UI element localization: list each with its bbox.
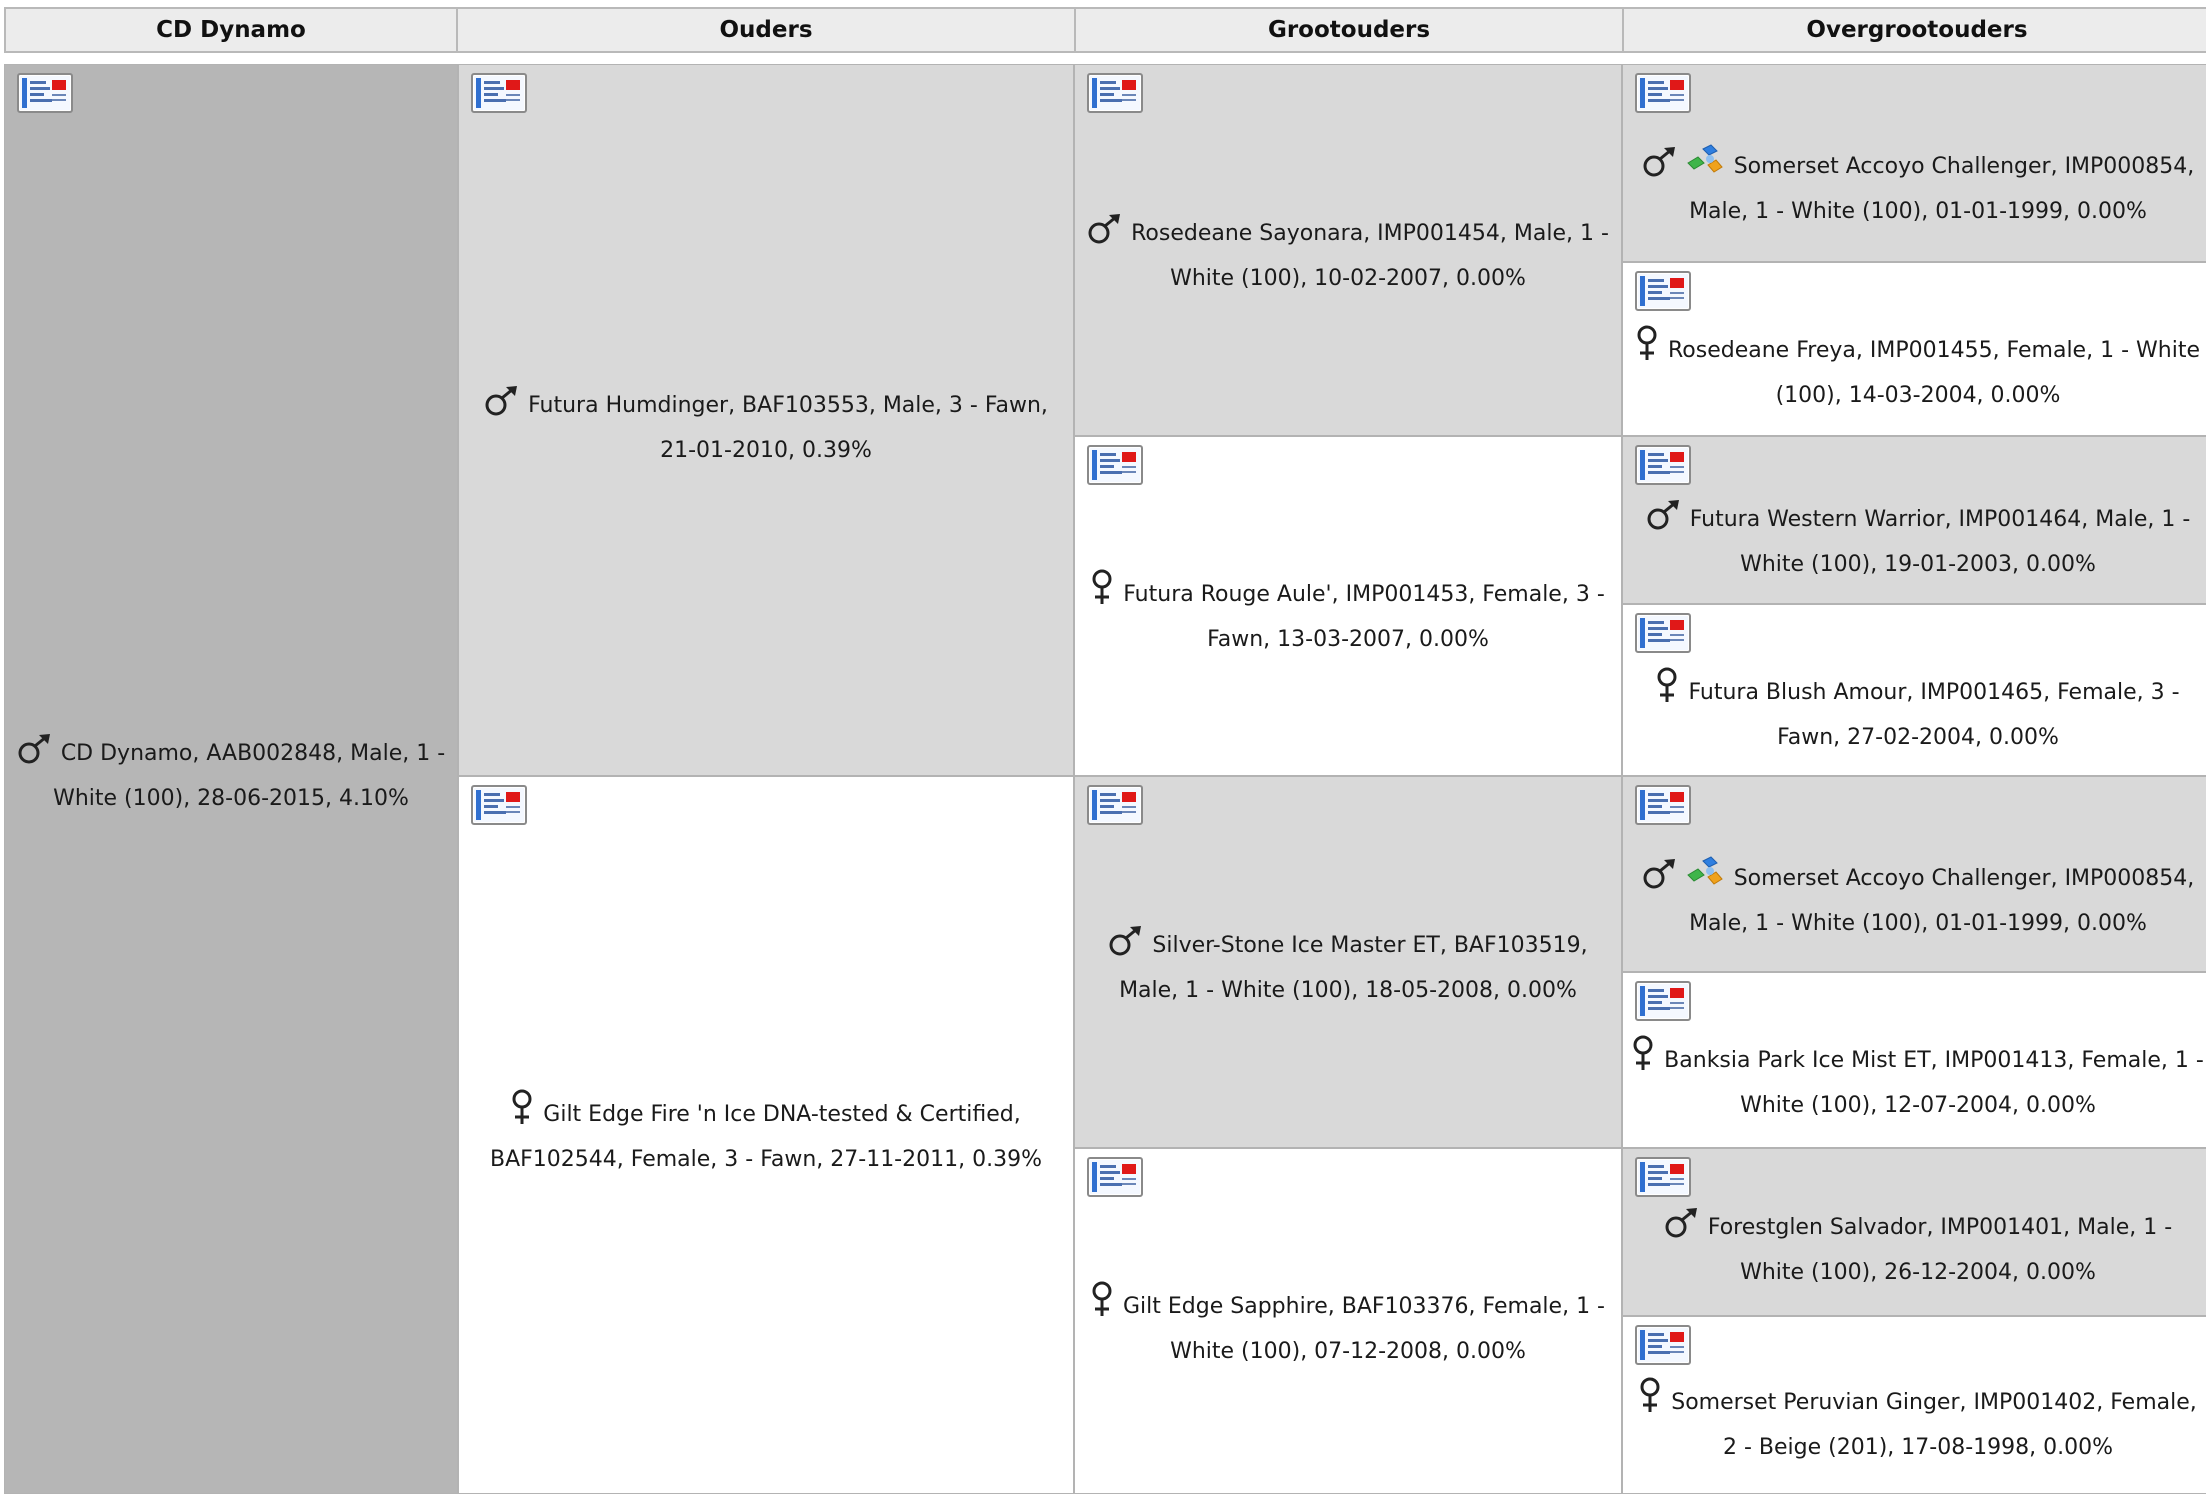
pedigree-link-icon[interactable] [1686, 141, 1724, 177]
animal-info: Banksia Park Ice Mist ET, IMP001413, Fem… [1623, 1035, 2206, 1128]
animal-info: Rosedeane Sayonara, IMP001454, Male, 1 -… [1075, 211, 1621, 301]
animal-info: Gilt Edge Fire 'n Ice DNA-tested & Certi… [459, 1089, 1073, 1182]
pedigree-cell-subject: CD Dynamo, AAB002848, Male, 1 - White (1… [4, 64, 458, 1494]
pedigree-cell-dsd: Banksia Park Ice Mist ET, IMP001413, Fem… [1622, 972, 2206, 1148]
animal-card-icon[interactable] [1087, 1157, 1143, 1197]
pedigree-cell-dam: Gilt Edge Fire 'n Ice DNA-tested & Certi… [458, 776, 1074, 1494]
animal-card-icon[interactable] [1635, 445, 1691, 485]
animal-card-icon[interactable] [1635, 613, 1691, 653]
female-symbol-icon [1639, 1377, 1661, 1413]
animal-name-link[interactable]: Futura Humdinger [528, 393, 728, 418]
pedigree-cell-ssd: Rosedeane Freya, IMP001455, Female, 1 - … [1622, 262, 2206, 436]
male-symbol-icon [1664, 1208, 1698, 1238]
pedigree-cell-sss: Somerset Accoyo Challenger, IMP000854, M… [1622, 64, 2206, 262]
animal-info: Futura Rouge Aule', IMP001453, Female, 3… [1075, 569, 1621, 662]
animal-name-link[interactable]: Somerset Accoyo Challenger [1734, 866, 2051, 891]
male-symbol-icon [1087, 214, 1121, 244]
animal-card-icon[interactable] [471, 73, 527, 113]
animal-name-link[interactable]: Silver-Stone Ice Master ET [1152, 933, 1439, 958]
female-symbol-icon [1636, 325, 1658, 361]
pedigree-cell-sire: Futura Humdinger, BAF103553, Male, 3 - F… [458, 64, 1074, 776]
animal-name-link[interactable]: Futura Western Warrior [1690, 507, 1945, 532]
animal-card-icon[interactable] [1635, 73, 1691, 113]
pedigree-cell-dd: Gilt Edge Sapphire, BAF103376, Female, 1… [1074, 1148, 1622, 1494]
animal-info: Somerset Accoyo Challenger, IMP000854, M… [1623, 853, 2206, 946]
animal-info: Futura Western Warrior, IMP001464, Male,… [1623, 497, 2206, 587]
female-symbol-icon [1632, 1035, 1654, 1071]
male-symbol-icon [1642, 859, 1676, 889]
animal-name-link[interactable]: Gilt Edge Fire 'n Ice DNA-tested & Certi… [543, 1102, 1013, 1127]
animal-name-link[interactable]: Futura Blush Amour [1688, 680, 1906, 705]
animal-info: CD Dynamo, AAB002848, Male, 1 - White (1… [5, 731, 457, 821]
animal-card-icon[interactable] [1635, 1157, 1691, 1197]
animal-card-icon[interactable] [1635, 271, 1691, 311]
animal-name-link[interactable]: Rosedeane Sayonara [1131, 221, 1363, 246]
column-header-parents: Ouders [456, 7, 1076, 53]
animal-info: Somerset Peruvian Ginger, IMP001402, Fem… [1623, 1377, 2206, 1470]
animal-info: Silver-Stone Ice Master ET, BAF103519, M… [1075, 923, 1621, 1013]
animal-info: Futura Humdinger, BAF103553, Male, 3 - F… [459, 383, 1073, 473]
animal-card-icon[interactable] [17, 73, 73, 113]
pedigree-cell-ddd: Somerset Peruvian Ginger, IMP001402, Fem… [1622, 1316, 2206, 1494]
animal-card-icon[interactable] [1087, 73, 1143, 113]
animal-name-link[interactable]: Somerset Peruvian Ginger [1671, 1390, 1959, 1415]
animal-name-link[interactable]: Somerset Accoyo Challenger [1734, 154, 2051, 179]
animal-card-icon[interactable] [1635, 981, 1691, 1021]
pedigree-link-icon[interactable] [1686, 853, 1724, 889]
animal-info: Rosedeane Freya, IMP001455, Female, 1 - … [1623, 325, 2206, 418]
animal-card-icon[interactable] [471, 785, 527, 825]
pedigree-cell-ss: Rosedeane Sayonara, IMP001454, Male, 1 -… [1074, 64, 1622, 436]
animal-info: Gilt Edge Sapphire, BAF103376, Female, 1… [1075, 1281, 1621, 1374]
female-symbol-icon [511, 1089, 533, 1125]
pedigree-cell-dss: Somerset Accoyo Challenger, IMP000854, M… [1622, 776, 2206, 972]
pedigree-cell-sdd: Futura Blush Amour, IMP001465, Female, 3… [1622, 604, 2206, 776]
animal-info: Somerset Accoyo Challenger, IMP000854, M… [1623, 141, 2206, 234]
animal-card-icon[interactable] [1087, 445, 1143, 485]
male-symbol-icon [484, 386, 518, 416]
pedigree-cell-sd: Futura Rouge Aule', IMP001453, Female, 3… [1074, 436, 1622, 776]
male-symbol-icon [17, 734, 51, 764]
pedigree-cell-ds: Silver-Stone Ice Master ET, BAF103519, M… [1074, 776, 1622, 1148]
animal-name-link[interactable]: Forestglen Salvador [1708, 1215, 1927, 1240]
pedigree-cell-sds: Futura Western Warrior, IMP001464, Male,… [1622, 436, 2206, 604]
column-header-grandparents: Grootouders [1074, 7, 1624, 53]
female-symbol-icon [1656, 667, 1678, 703]
male-symbol-icon [1646, 500, 1680, 530]
animal-card-icon[interactable] [1635, 785, 1691, 825]
animal-name-link[interactable]: Rosedeane Freya [1668, 338, 1856, 363]
male-symbol-icon [1108, 926, 1142, 956]
animal-name-link[interactable]: Futura Rouge Aule' [1123, 582, 1331, 607]
animal-info: Forestglen Salvador, IMP001401, Male, 1 … [1623, 1205, 2206, 1295]
animal-name-link[interactable]: Banksia Park Ice Mist ET [1664, 1048, 1930, 1073]
female-symbol-icon [1091, 1281, 1113, 1317]
column-header-subject: CD Dynamo [4, 7, 458, 53]
animal-name-link[interactable]: CD Dynamo [61, 741, 193, 766]
animal-card-icon[interactable] [1635, 1325, 1691, 1365]
female-symbol-icon [1091, 569, 1113, 605]
animal-card-icon[interactable] [1087, 785, 1143, 825]
column-header-great-grandparents: Overgrootouders [1622, 7, 2206, 53]
male-symbol-icon [1642, 147, 1676, 177]
animal-name-link[interactable]: Gilt Edge Sapphire [1123, 1294, 1328, 1319]
animal-info: Futura Blush Amour, IMP001465, Female, 3… [1623, 667, 2206, 760]
pedigree-cell-dds: Forestglen Salvador, IMP001401, Male, 1 … [1622, 1148, 2206, 1316]
